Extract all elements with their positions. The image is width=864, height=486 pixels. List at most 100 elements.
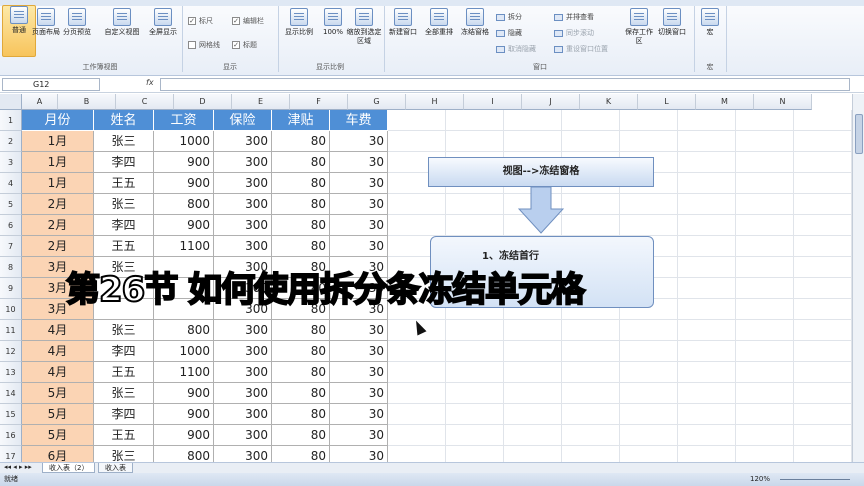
table-header-cell[interactable]: 车费 xyxy=(330,110,388,131)
table-cell[interactable]: 30 xyxy=(330,404,388,425)
table-cell[interactable]: 900 xyxy=(154,404,214,425)
table-cell[interactable]: 王五 xyxy=(94,362,154,383)
custom-view-button[interactable]: 自定义视图 xyxy=(100,8,144,37)
table-cell[interactable]: 30 xyxy=(330,173,388,194)
table-cell[interactable]: 80 xyxy=(272,152,330,173)
table-cell[interactable]: 300 xyxy=(214,320,272,341)
reset-window-button[interactable]: 重设窗口位置 xyxy=(554,44,608,54)
column-header[interactable]: J xyxy=(522,94,580,110)
table-cell[interactable]: 30 xyxy=(330,215,388,236)
new-window-button[interactable]: 新建窗口 xyxy=(386,8,420,37)
hide-button[interactable]: 隐藏 xyxy=(496,28,522,38)
table-cell[interactable]: 5月 xyxy=(22,404,94,425)
zoom-slider[interactable] xyxy=(780,479,850,480)
table-cell[interactable]: 5月 xyxy=(22,425,94,446)
table-cell[interactable]: 80 xyxy=(272,131,330,152)
row-header[interactable]: 7 xyxy=(0,236,22,257)
table-cell[interactable]: 2月 xyxy=(22,194,94,215)
ruler-check-box[interactable]: ✓ xyxy=(188,17,196,25)
row-header[interactable]: 12 xyxy=(0,341,22,362)
table-cell[interactable]: 80 xyxy=(272,341,330,362)
table-cell[interactable]: 1月 xyxy=(22,173,94,194)
table-cell[interactable]: 1000 xyxy=(154,341,214,362)
vertical-scrollbar[interactable] xyxy=(852,94,864,462)
row-header[interactable]: 10 xyxy=(0,299,22,320)
table-cell[interactable]: 300 xyxy=(214,194,272,215)
unhide-button[interactable]: 取消隐藏 xyxy=(496,44,536,54)
table-cell[interactable]: 80 xyxy=(272,320,330,341)
row-header[interactable]: 4 xyxy=(0,173,22,194)
table-cell[interactable]: 80 xyxy=(272,404,330,425)
row-header[interactable]: 15 xyxy=(0,404,22,425)
table-cell[interactable]: 张三 xyxy=(94,194,154,215)
table-cell[interactable]: 30 xyxy=(330,341,388,362)
select-all-corner[interactable] xyxy=(0,94,22,110)
table-cell[interactable]: 王五 xyxy=(94,425,154,446)
table-cell[interactable]: 1100 xyxy=(154,236,214,257)
sheet-tab-income[interactable]: 收入表 xyxy=(98,463,133,473)
table-cell[interactable]: 李四 xyxy=(94,341,154,362)
table-cell[interactable]: 1100 xyxy=(154,362,214,383)
scroll-thumb[interactable] xyxy=(855,114,863,154)
table-cell[interactable]: 300 xyxy=(214,215,272,236)
column-header[interactable]: C xyxy=(116,94,174,110)
table-cell[interactable]: 张三 xyxy=(94,383,154,404)
view-side-by-side-button[interactable]: 并排查看 xyxy=(554,12,594,22)
table-cell[interactable]: 4月 xyxy=(22,341,94,362)
table-cell[interactable]: 80 xyxy=(272,236,330,257)
tab-nav-arrows-icon[interactable]: ◂◂ ◂ ▸ ▸▸ xyxy=(4,463,32,471)
table-cell[interactable]: 300 xyxy=(214,425,272,446)
headings-checkbox[interactable]: ✓ 标题 xyxy=(232,40,257,50)
column-header[interactable]: K xyxy=(580,94,638,110)
table-cell[interactable]: 900 xyxy=(154,152,214,173)
row-header[interactable]: 1 xyxy=(0,110,22,131)
page-layout-button[interactable]: 页面布局 xyxy=(29,8,63,37)
table-cell[interactable]: 2月 xyxy=(22,236,94,257)
split-button[interactable]: 拆分 xyxy=(496,12,522,22)
table-cell[interactable]: 900 xyxy=(154,425,214,446)
column-header[interactable]: I xyxy=(464,94,522,110)
table-cell[interactable]: 300 xyxy=(214,362,272,383)
table-cell[interactable]: 1月 xyxy=(22,131,94,152)
table-cell[interactable]: 王五 xyxy=(94,236,154,257)
formula-bar-check-box[interactable]: ✓ xyxy=(232,17,240,25)
row-header[interactable]: 5 xyxy=(0,194,22,215)
freeze-panes-shape[interactable]: 视图-->冻结窗格 xyxy=(428,157,654,187)
column-header[interactable]: F xyxy=(290,94,348,110)
gridlines-checkbox[interactable]: 网格线 xyxy=(188,40,220,50)
table-cell[interactable]: 80 xyxy=(272,446,330,462)
macros-button[interactable]: 宏 xyxy=(696,8,724,37)
row-header[interactable]: 6 xyxy=(0,215,22,236)
switch-window-button[interactable]: 切换窗口 xyxy=(654,8,690,37)
table-cell[interactable]: 800 xyxy=(154,320,214,341)
column-header[interactable]: B xyxy=(58,94,116,110)
column-header[interactable]: N xyxy=(754,94,812,110)
table-header-cell[interactable]: 工资 xyxy=(154,110,214,131)
zoom-button[interactable]: 显示比例 xyxy=(280,8,318,37)
row-header[interactable]: 16 xyxy=(0,425,22,446)
column-header[interactable]: A xyxy=(22,94,58,110)
table-cell[interactable]: 张三 xyxy=(94,320,154,341)
table-cell[interactable]: 300 xyxy=(214,404,272,425)
column-header[interactable]: H xyxy=(406,94,464,110)
zoom-level[interactable]: 120% xyxy=(750,473,770,486)
table-cell[interactable]: 300 xyxy=(214,383,272,404)
column-header[interactable]: D xyxy=(174,94,232,110)
table-cell[interactable]: 800 xyxy=(154,446,214,462)
ruler-checkbox[interactable]: ✓ 标尺 xyxy=(188,16,213,26)
table-cell[interactable]: 30 xyxy=(330,131,388,152)
table-cell[interactable]: 30 xyxy=(330,236,388,257)
table-cell[interactable]: 300 xyxy=(214,341,272,362)
table-cell[interactable]: 6月 xyxy=(22,446,94,462)
table-cell[interactable]: 80 xyxy=(272,173,330,194)
table-cell[interactable]: 30 xyxy=(330,320,388,341)
table-cell[interactable]: 李四 xyxy=(94,215,154,236)
table-header-cell[interactable]: 保险 xyxy=(214,110,272,131)
name-box[interactable]: G12 xyxy=(2,78,100,91)
table-cell[interactable]: 300 xyxy=(214,446,272,462)
fx-icon[interactable]: fx xyxy=(146,78,154,87)
table-cell[interactable]: 300 xyxy=(214,131,272,152)
table-header-cell[interactable]: 姓名 xyxy=(94,110,154,131)
table-cell[interactable]: 1月 xyxy=(22,152,94,173)
save-workspace-button[interactable]: 保存工作区 xyxy=(622,8,656,46)
